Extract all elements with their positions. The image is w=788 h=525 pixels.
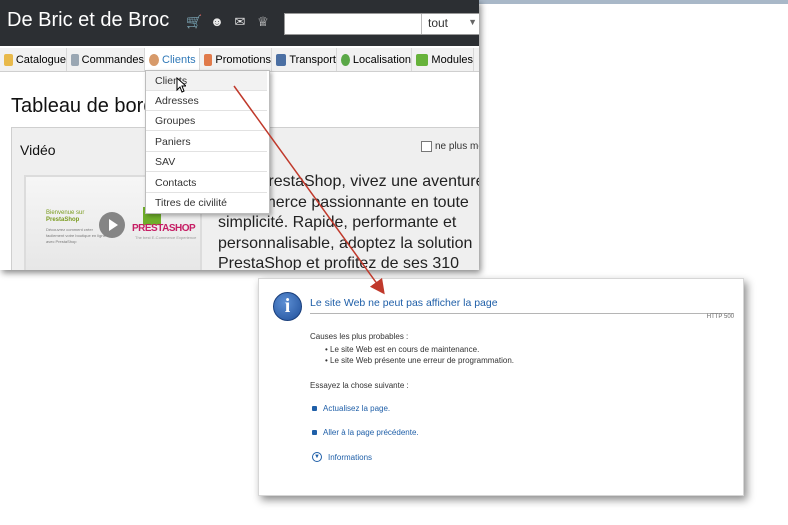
title-divider [310,313,734,314]
try-heading: Essayez la chose suivante : [310,381,409,390]
shop-title[interactable]: De Bric et de Broc [7,9,169,32]
error-title: Le site Web ne peut pas afficher la page [310,297,498,309]
users-icon[interactable]: ☻ [209,15,225,29]
truck-icon [276,53,287,66]
main-tabs: Catalogue Commandes Clients Promotions T… [0,48,479,72]
tab-catalogue[interactable]: Catalogue [0,48,67,71]
prestashop-backoffice-window: De Bric et de Broc 🛒 ☻ ✉ ♕ tout ▼ Catalo… [0,0,479,270]
tab-localisation[interactable]: Localisation [337,48,412,71]
causes-list: Le site Web est en cours de maintenance.… [325,344,514,366]
refresh-link[interactable]: Actualisez la page. [312,404,390,413]
bullet-icon [312,406,317,411]
globe-icon [341,53,350,66]
user-icon [149,53,159,66]
info-icon: i [273,292,302,321]
search-scope-value: tout [428,16,449,30]
checkbox-box[interactable] [421,141,432,152]
menu-item-titres-de-civilite[interactable]: Titres de civilité [146,193,267,213]
menu-item-contacts[interactable]: Contacts [146,173,267,193]
tab-label: Modules [431,53,473,66]
tab-label: Transport [289,53,336,66]
search-box: tout ▼ [284,13,479,35]
messages-icon[interactable]: ✉ [232,15,248,29]
play-icon[interactable] [99,212,125,238]
causes-heading: Causes les plus probables : [310,332,409,341]
trophy-icon[interactable]: ♕ [255,15,271,29]
promotion-icon [204,53,213,66]
tab-clients[interactable]: Clients [145,48,200,71]
information-link-text[interactable]: Informations [328,453,372,462]
tab-label: Promotions [215,53,271,66]
tab-commandes[interactable]: Commandes [67,48,145,71]
header-icons: 🛒 ☻ ✉ ♕ [186,15,271,29]
chevron-down-icon: ▼ [468,17,477,27]
http-status: HTTP 500 [706,314,734,320]
video-brand-text: PrestaShop [46,217,80,223]
error-page-window: i Le site Web ne peut pas afficher la pa… [258,278,744,496]
mouse-cursor-icon [176,77,186,93]
puzzle-icon [416,53,429,66]
cart-icon[interactable]: 🛒 [186,15,202,29]
prestashop-logo-tagline: The best E-Commerce Experience [135,235,197,240]
search-scope-select[interactable]: tout ▼ [421,14,479,34]
tab-modules[interactable]: Modules [412,48,474,71]
search-input[interactable] [285,14,421,34]
tab-label: Catalogue [15,53,66,66]
tab-more[interactable] [474,48,479,71]
back-link-text[interactable]: Aller à la page précédente. [323,428,419,437]
menu-item-adresses[interactable]: Adresses [146,91,267,111]
cause-item: Le site Web présente une erreur de progr… [325,355,514,366]
bullet-icon [312,430,317,435]
menu-item-groupes[interactable]: Groupes [146,111,267,131]
prestashop-logo-text: PRESTASHOP [132,223,196,234]
chevron-down-icon: ▼ [312,452,322,462]
information-link[interactable]: ▼ Informations [312,452,372,462]
menu-item-clients[interactable]: Clients [146,71,267,91]
cause-item: Le site Web est en cours de maintenance. [325,344,514,355]
panel-title: Vidéo [20,142,56,158]
tab-transport[interactable]: Transport [272,48,337,71]
refresh-link-text[interactable]: Actualisez la page. [323,404,390,413]
top-header: De Bric et de Broc 🛒 ☻ ✉ ♕ tout ▼ [0,0,479,46]
tab-label: Commandes [81,53,144,66]
hide-video-checkbox[interactable]: ne plus me [421,141,479,152]
page-title: Tableau de bord [11,95,155,117]
folder-icon [4,53,13,66]
video-description: Découvrez comment créer facilement votre… [46,227,106,244]
menu-item-paniers[interactable]: Paniers [146,132,267,152]
cart-icon [71,53,79,66]
tab-label: Clients [162,53,196,66]
checkbox-label: ne plus me [435,141,479,152]
tab-label: Localisation [352,53,411,66]
back-link[interactable]: Aller à la page précédente. [312,428,419,437]
video-welcome-text: Bienvenue sur [46,210,85,216]
tab-promotions[interactable]: Promotions [200,48,272,71]
clients-dropdown-menu: Clients Adresses Groupes Paniers SAV Con… [145,70,270,214]
menu-item-sav[interactable]: SAV [146,152,267,172]
